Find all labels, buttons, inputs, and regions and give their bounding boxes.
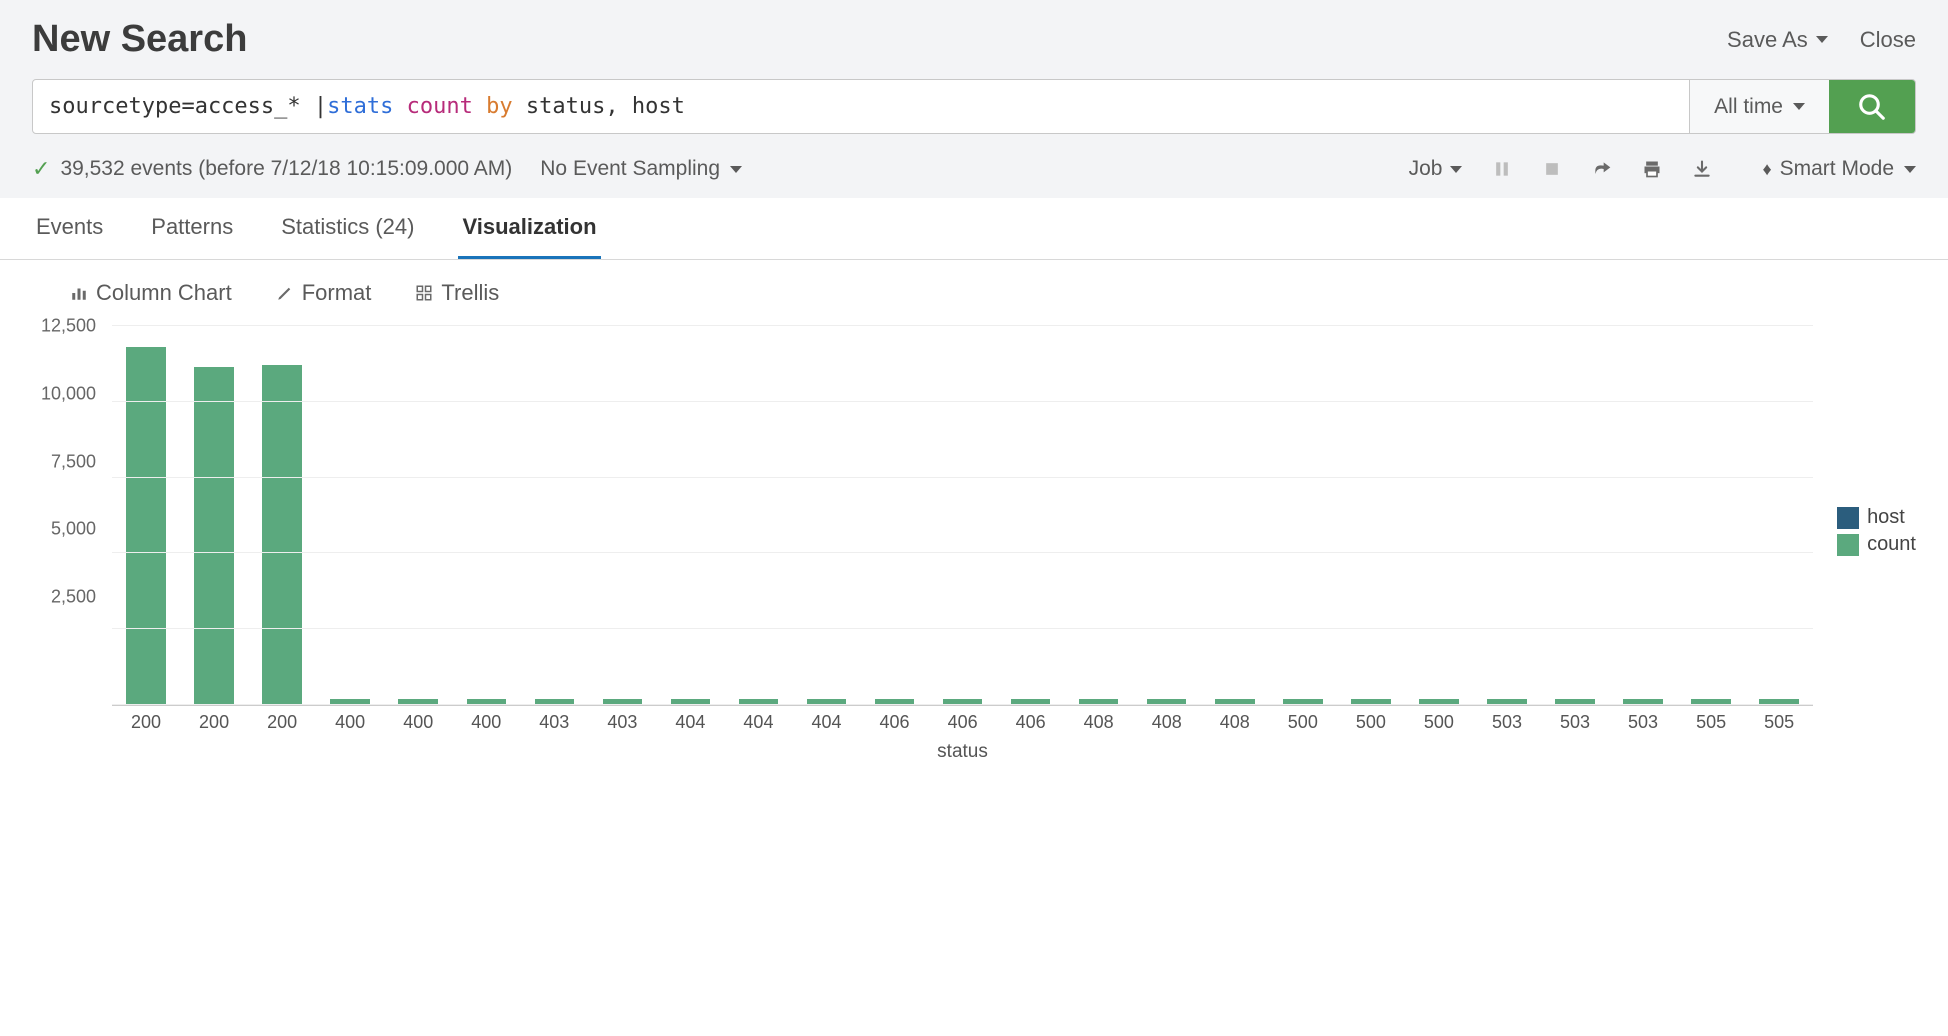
pause-icon [1492,159,1512,179]
pencil-icon [276,284,294,302]
format-label: Format [302,280,372,306]
trellis-icon [415,284,433,302]
time-range-label: All time [1714,95,1783,119]
chart-type-selector[interactable]: Column Chart [70,280,232,306]
search-bar: sourcetype=access_* |stats count by stat… [32,79,1916,134]
chart-type-label: Column Chart [96,280,232,306]
share-button[interactable] [1592,159,1612,179]
y-tick-label: 5,000 [51,519,96,540]
x-tick-label: 403 [588,706,656,733]
share-icon [1592,159,1612,179]
job-dropdown[interactable]: Job [1409,157,1463,181]
bulb-icon: ♦ [1762,159,1771,180]
close-button[interactable]: Close [1860,27,1916,53]
event-sampling-dropdown[interactable]: No Event Sampling [540,157,742,181]
legend-label-count: count [1867,533,1916,556]
x-tick-label: 404 [792,706,860,733]
legend-swatch-host [1837,507,1859,529]
smart-mode-dropdown[interactable]: ♦ Smart Mode [1762,157,1916,181]
search-icon [1857,92,1887,122]
tab-visualization[interactable]: Visualization [458,198,600,259]
x-tick-label: 500 [1405,706,1473,733]
page-title: New Search [32,18,247,61]
x-tick-label: 200 [180,706,248,733]
save-as-label: Save As [1727,27,1808,53]
print-button[interactable] [1642,159,1662,179]
x-tick-label: 400 [452,706,520,733]
caret-down-icon [1816,36,1828,43]
events-count-text: 39,532 events (before 7/12/18 10:15:09.0… [60,157,512,181]
y-tick-label: 10,000 [41,383,96,404]
legend: host count [1837,506,1916,560]
x-tick-label: 500 [1269,706,1337,733]
caret-down-icon [1904,166,1916,173]
smart-mode-label: Smart Mode [1780,157,1894,181]
tab-patterns[interactable]: Patterns [147,198,237,259]
x-tick-label: 503 [1473,706,1541,733]
x-tick-label: 400 [384,706,452,733]
checkmark-icon: ✓ [32,156,50,182]
x-tick-label: 406 [861,706,929,733]
trellis-label: Trellis [441,280,499,306]
time-range-picker[interactable]: All time [1689,80,1829,133]
caret-down-icon [1450,166,1462,173]
column-chart-icon [70,284,88,302]
x-tick-label: 408 [1065,706,1133,733]
caret-down-icon [1793,103,1805,110]
x-tick-label: 400 [316,706,384,733]
x-tick-label: 200 [248,706,316,733]
x-tick-label: 503 [1609,706,1677,733]
format-button[interactable]: Format [276,280,372,306]
result-tabs: Events Patterns Statistics (24) Visualiz… [0,198,1948,260]
pause-button[interactable] [1492,159,1512,179]
x-axis-title: status [112,741,1813,763]
close-label: Close [1860,27,1916,53]
download-icon [1692,159,1712,179]
x-tick-label: 404 [724,706,792,733]
bar[interactable] [194,367,233,705]
x-tick-label: 505 [1677,706,1745,733]
bar[interactable] [262,365,301,705]
x-tick-label: 200 [112,706,180,733]
trellis-button[interactable]: Trellis [415,280,499,306]
x-tick-label: 406 [997,706,1065,733]
x-tick-label: 408 [1201,706,1269,733]
x-tick-label: 503 [1541,706,1609,733]
print-icon [1642,159,1662,179]
y-tick-label: 2,500 [51,587,96,608]
legend-item-count[interactable]: count [1837,533,1916,556]
search-button[interactable] [1829,80,1915,133]
legend-label-host: host [1867,506,1905,529]
x-tick-label: 500 [1337,706,1405,733]
tab-events[interactable]: Events [32,198,107,259]
x-tick-label: 403 [520,706,588,733]
job-label: Job [1409,157,1443,181]
tab-statistics[interactable]: Statistics (24) [277,198,418,259]
y-tick-label: 7,500 [51,451,96,472]
download-button[interactable] [1692,159,1712,179]
stop-icon [1542,159,1562,179]
x-tick-label: 505 [1745,706,1813,733]
x-tick-label: 404 [656,706,724,733]
save-as-button[interactable]: Save As [1727,27,1828,53]
chart: 2,5005,0007,50010,00012,500 200200200400… [32,326,1813,763]
search-input[interactable]: sourcetype=access_* |stats count by stat… [33,80,1689,133]
legend-item-host[interactable]: host [1837,506,1916,529]
y-tick-label: 12,500 [41,316,96,337]
x-tick-label: 408 [1133,706,1201,733]
stop-button[interactable] [1542,159,1562,179]
x-tick-label: 406 [929,706,997,733]
caret-down-icon [730,166,742,173]
legend-swatch-count [1837,534,1859,556]
sampling-label: No Event Sampling [540,157,720,181]
